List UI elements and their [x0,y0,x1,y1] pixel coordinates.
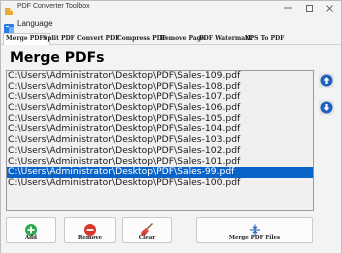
move-down-button[interactable] [319,100,334,115]
tab-xps-to-pdf[interactable]: XPS To PDF [243,34,286,45]
tab-split-pdf[interactable]: Split PDF [41,34,77,45]
remove-button[interactable]: Remove [64,217,116,243]
add-button[interactable]: Add [6,217,56,243]
file-list[interactable]: C:\Users\Administrator\Desktop\PDF\Sales… [6,70,314,211]
remove-button-label: Remove [77,235,103,241]
maximize-button[interactable] [299,2,319,14]
minimize-button[interactable] [278,2,298,14]
page-title: Merge PDFs [10,50,105,66]
merge-panel: Merge PDFs C:\Users\Administrator\Deskto… [1,45,341,253]
merge-button-label: Merge PDF Files [228,235,281,241]
menu-language[interactable]: Language [4,18,53,34]
language-icon [4,19,14,34]
list-item[interactable]: C:\Users\Administrator\Desktop\PDF\Sales… [7,145,313,157]
tab-bar: Merge PDFs Split PDF Convert PDF Compres… [1,33,341,46]
arrow-down-icon [319,100,334,115]
menu-bar: Language [1,15,341,34]
language-menu-label: Language [17,19,53,28]
merge-pdf-files-button[interactable]: Merge PDF Files [196,217,313,243]
window-title: PDF Converter Toolbox [17,3,90,10]
move-up-button[interactable] [319,73,334,88]
clear-button[interactable]: Clear [122,217,172,243]
close-button[interactable] [319,2,339,14]
pdf-app-icon [4,3,13,18]
list-item[interactable]: C:\Users\Administrator\Desktop\PDF\Sales… [7,177,313,189]
app-window: PDF Converter Toolbox Language Merge PDF… [0,0,342,253]
arrow-up-icon [319,73,334,88]
clear-button-label: Clear [138,235,156,241]
title-bar: PDF Converter Toolbox [1,1,341,18]
add-button-label: Add [25,235,37,241]
